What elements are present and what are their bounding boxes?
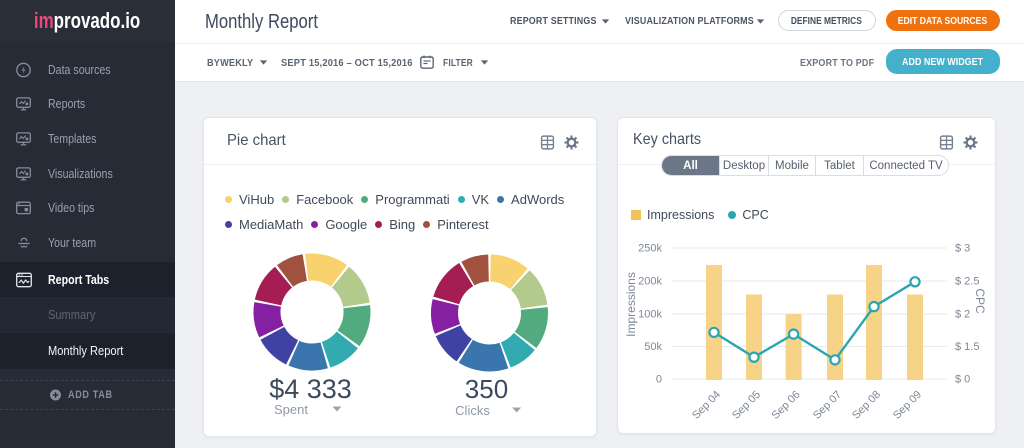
svg-text:100k: 100k <box>638 309 662 321</box>
svg-text:Sep 08: Sep 08 <box>850 389 883 422</box>
svg-text:0: 0 <box>656 374 662 386</box>
svg-text:200k: 200k <box>638 276 662 288</box>
svg-text:Sep 04: Sep 04 <box>690 389 723 422</box>
svg-text:$ 2.5: $ 2.5 <box>955 276 979 288</box>
svg-text:250k: 250k <box>638 243 662 255</box>
svg-text:$ 2: $ 2 <box>955 309 970 321</box>
svg-text:Sep 09: Sep 09 <box>891 389 924 422</box>
svg-text:Sep 06: Sep 06 <box>770 389 803 422</box>
svg-text:50k: 50k <box>644 341 662 353</box>
svg-text:Sep 07: Sep 07 <box>811 389 844 422</box>
svg-text:$ 1.5: $ 1.5 <box>955 341 979 353</box>
svg-text:$ 3: $ 3 <box>955 243 970 255</box>
svg-text:Sep 05: Sep 05 <box>730 389 763 422</box>
svg-text:Impressions: Impressions <box>624 272 638 337</box>
svg-text:CPC: CPC <box>973 288 987 314</box>
svg-text:$ 0: $ 0 <box>955 374 970 386</box>
